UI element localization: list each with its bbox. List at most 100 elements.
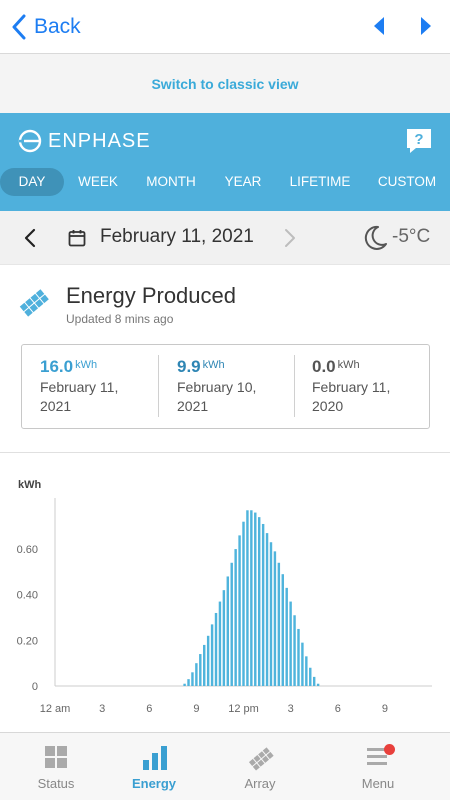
period-tab-lifetime[interactable]: LIFETIME [284, 168, 356, 196]
svg-text:?: ? [414, 131, 423, 148]
x-tick-label: 9 [193, 703, 199, 715]
chart-bar [230, 562, 233, 686]
notification-badge [384, 744, 395, 755]
chart-bar [226, 576, 230, 686]
section-divider [0, 452, 450, 453]
stat-unit: kWh [202, 359, 225, 371]
tab-energy[interactable]: Energy [104, 733, 204, 800]
chart-bar [199, 654, 202, 686]
period-tab-week[interactable]: WEEK [72, 168, 124, 196]
solar-panel-icon [18, 286, 52, 325]
temperature: -5°C [392, 226, 431, 247]
stat-date-line1: February 10, [177, 379, 257, 395]
stat-yesterday: 9.9 kWh February 10, 2021 [177, 357, 256, 415]
period-tab-day[interactable]: DAY [0, 168, 64, 196]
chevron-left-icon [24, 228, 36, 248]
back-button[interactable]: Back [12, 12, 81, 42]
period-tab-custom[interactable]: CUSTOM [372, 168, 442, 196]
energy-stats-card: 16.0 kWh February 11, 2021 9.9 kWh Februar… [21, 344, 430, 429]
stat-date-line2: 2020 [312, 398, 344, 414]
x-tick-label: 6 [335, 703, 341, 715]
chart-bar [218, 601, 222, 686]
chart-bar [254, 512, 257, 686]
section-title: Energy Produced [66, 283, 236, 308]
y-tick-label: 0.20 [17, 635, 38, 647]
status-grid-icon [45, 746, 67, 768]
chart-bar [293, 615, 296, 686]
chart-bar [257, 517, 261, 686]
enphase-logo-icon [18, 129, 42, 153]
navigation-bar: Back [0, 0, 450, 54]
stat-date-line1: February 11, [40, 379, 119, 395]
calendar-icon[interactable] [68, 229, 86, 252]
chart-bar [305, 656, 308, 686]
chart-bar [195, 663, 198, 686]
chart-bar [297, 628, 300, 686]
bottom-tab-bar: Status Energy Array Menu [0, 732, 450, 800]
next-day-button[interactable] [284, 228, 296, 253]
tab-label: Array [244, 776, 276, 791]
chart-bar [281, 574, 284, 686]
chart-bar [285, 587, 288, 686]
chart-bar [191, 672, 194, 686]
stat-unit: kWh [75, 359, 98, 371]
chart-bar [246, 510, 249, 686]
tab-label: Menu [361, 776, 395, 791]
chart-bar [234, 549, 237, 686]
tab-array[interactable]: Array [210, 733, 310, 800]
chart-bar [214, 612, 218, 686]
divider [158, 355, 159, 417]
next-page-button[interactable] [420, 16, 432, 41]
period-tab-year[interactable]: YEAR [220, 168, 266, 196]
selected-date[interactable]: February 11, 2021 [100, 226, 254, 248]
switch-classic-view-link[interactable]: Switch to classic view [151, 76, 298, 92]
array-panels-icon [248, 747, 274, 771]
stat-unit: kWh [337, 359, 360, 371]
enphase-logo: ENPHASE [18, 129, 151, 153]
help-question-icon: ? [407, 129, 431, 153]
chart-bar [210, 624, 214, 686]
stat-value: 16.0 [40, 357, 74, 376]
chevron-right-icon [285, 229, 295, 247]
triangle-left-icon [374, 17, 384, 35]
y-axis-label: kWh [18, 479, 42, 491]
chart-bar [183, 683, 186, 686]
brand-name: ENPHASE [48, 129, 151, 152]
energy-bars-icon [143, 746, 167, 770]
classic-view-banner: Switch to classic view [0, 54, 450, 113]
energy-production-chart: kWh 0 0.20 0.40 0.60 12 am 3 6 9 12 pm 3 6 9 [17, 479, 432, 715]
y-tick-label: 0.60 [17, 544, 38, 556]
tab-label: Status [37, 776, 75, 791]
previous-page-button[interactable] [373, 16, 385, 41]
chart-bar [187, 679, 190, 686]
chart-bar [277, 562, 281, 686]
period-tab-month[interactable]: MONTH [140, 168, 202, 196]
chart-bar [238, 535, 241, 686]
tab-menu[interactable]: Menu [328, 733, 428, 800]
previous-day-button[interactable] [24, 228, 36, 253]
divider [294, 355, 295, 417]
updated-timestamp: Updated 8 mins ago [66, 312, 174, 326]
chevron-left-icon [12, 14, 26, 40]
chart-bar [265, 533, 269, 686]
x-tick-label: 12 am [40, 703, 71, 715]
chart-bar [301, 642, 304, 686]
chart-bar [222, 590, 226, 686]
chart-bar [309, 667, 312, 686]
tab-label: Energy [131, 776, 177, 791]
x-tick-label: 12 pm [228, 703, 259, 715]
x-tick-label: 6 [146, 703, 152, 715]
x-tick-label: 9 [382, 703, 388, 715]
stat-today: 16.0 kWh February 11, 2021 [40, 357, 118, 415]
tab-status[interactable]: Status [6, 733, 106, 800]
back-label: Back [34, 15, 81, 38]
y-tick-label: 0 [32, 681, 38, 693]
app-header: ENPHASE ? DAY WEEK MONTH YEAR LIFETIME C… [0, 113, 450, 211]
triangle-right-icon [421, 17, 431, 35]
chart-bar [250, 510, 253, 686]
x-tick-label: 3 [288, 703, 294, 715]
moon-icon [364, 225, 388, 256]
chart-bar [203, 644, 206, 686]
help-button[interactable]: ? [405, 127, 433, 160]
x-tick-label: 3 [99, 703, 105, 715]
